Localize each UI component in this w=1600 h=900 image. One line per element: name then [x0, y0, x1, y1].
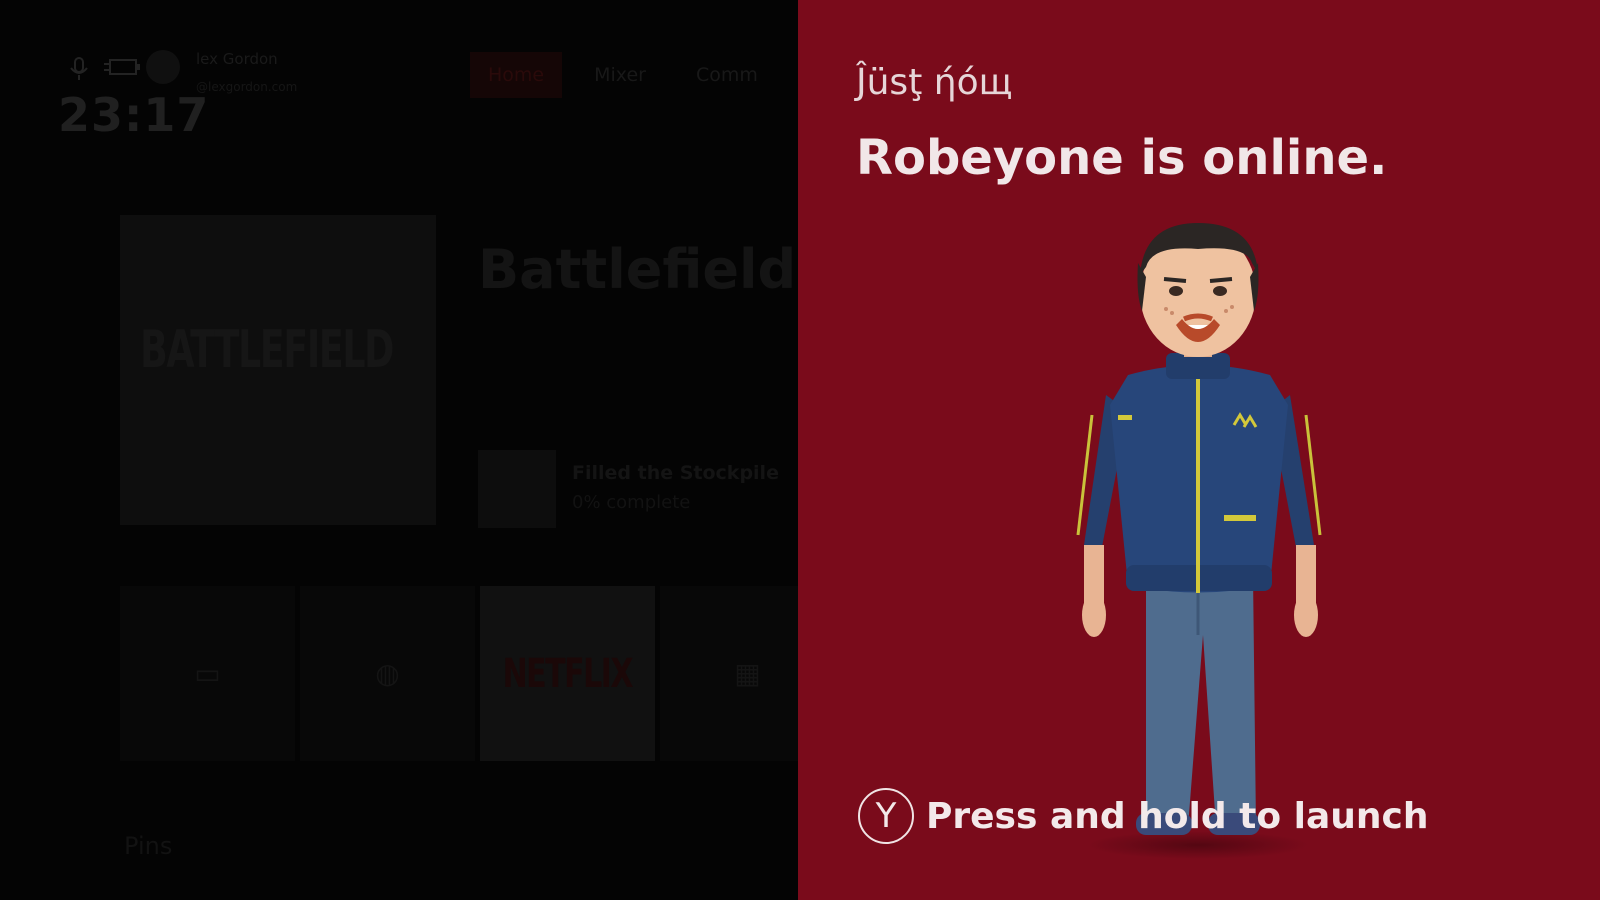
status-icons	[68, 56, 142, 82]
microphone-icon	[70, 57, 88, 80]
profile-name: lex Gordon	[196, 50, 278, 68]
clapperboard-icon: ▦	[734, 657, 761, 690]
netflix-logo: NETFLIX	[502, 650, 634, 697]
achievement-progress: 0% complete	[572, 492, 691, 513]
friend-avatar	[1076, 223, 1322, 859]
top-nav: Home Mixer Comm	[470, 52, 790, 98]
profile-subtitle: @lexgordon.com	[196, 80, 298, 94]
achievement-title: Filled the Stockpile	[572, 462, 779, 484]
achievement-thumbnail[interactable]	[478, 450, 556, 528]
launch-hint-text: Press and hold to launch	[926, 795, 1429, 837]
friend-online-panel: Ĵüsţ ήóщ Robeyone is online. Y Press and…	[798, 0, 1600, 900]
clock: 23:17	[58, 88, 210, 142]
profile-avatar[interactable]	[146, 50, 180, 84]
tab-mixer[interactable]: Mixer	[576, 52, 664, 98]
launch-hint: Y Press and hold to launch	[858, 788, 1429, 844]
notification-headline: Robeyone is online.	[856, 130, 1388, 186]
tab-community[interactable]: Comm	[678, 52, 776, 98]
tile-netflix[interactable]: NETFLIX	[480, 586, 655, 761]
featured-art-text: BATTLEFIELD	[140, 320, 394, 380]
y-button-icon[interactable]: Y	[858, 788, 914, 844]
notification-kicker: Ĵüsţ ήóщ	[856, 62, 1013, 103]
tv-icon: ▭	[194, 657, 221, 690]
tile-store[interactable]: ◍	[300, 586, 475, 761]
tab-home[interactable]: Home	[470, 52, 563, 98]
section-pins: Pins	[124, 832, 173, 860]
dashboard-background: lex Gordon @lexgordon.com 23:17 Home Mix…	[0, 0, 798, 900]
featured-game-title: Battlefield™	[478, 238, 798, 301]
store-icon: ◍	[375, 657, 400, 690]
battery-icon	[104, 59, 140, 75]
tile-movies[interactable]: ▦	[660, 586, 798, 761]
tile-tv[interactable]: ▭	[120, 586, 295, 761]
